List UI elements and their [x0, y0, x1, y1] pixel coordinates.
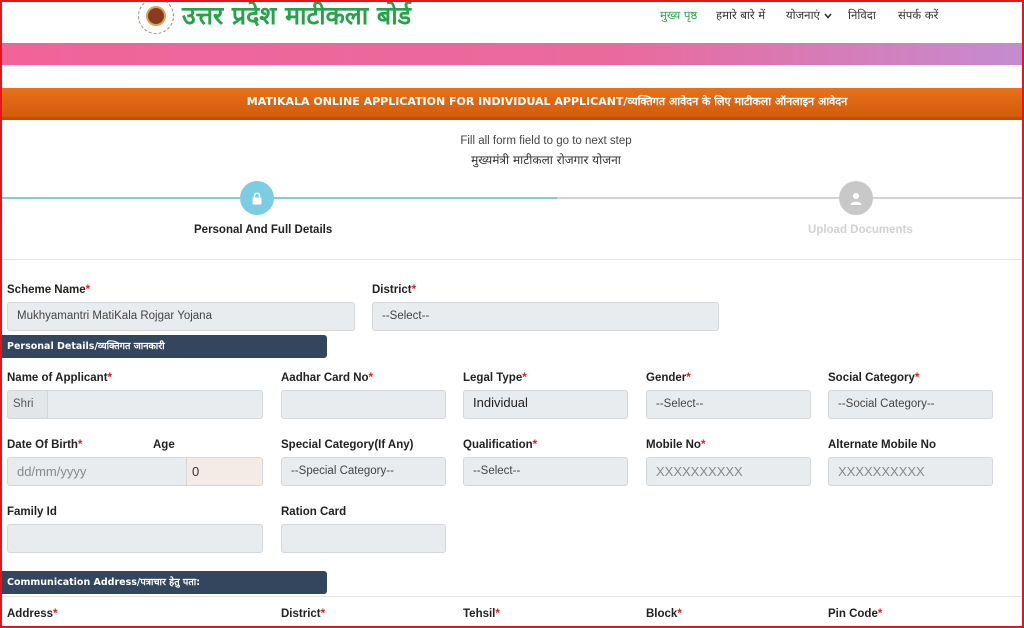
applicant-name-input[interactable]: [47, 390, 263, 419]
qualification-label: Qualification*: [463, 439, 538, 451]
step-2-label: Upload Documents: [808, 224, 913, 236]
scheme-district-select[interactable]: --Select--: [372, 302, 719, 331]
special-category-label: Special Category(If Any): [281, 439, 414, 451]
alt-mobile-label: Alternate Mobile No: [828, 439, 936, 451]
qualification-select[interactable]: --Select--: [463, 457, 628, 486]
social-category-label: Social Category*: [828, 372, 920, 384]
stepper-hint: Fill all form field to go to next step: [460, 135, 632, 147]
dob-label: Date Of Birth*: [7, 439, 83, 451]
scheme-district-label: District*: [372, 284, 417, 296]
social-category-select[interactable]: --Social Category--: [828, 390, 993, 419]
address-district-label: District*: [281, 608, 326, 620]
form-title: MATIKALA ONLINE APPLICATION FOR INDIVIDU…: [2, 88, 1022, 120]
alt-mobile-input[interactable]: XXXXXXXXXX: [828, 457, 993, 486]
ration-card-input[interactable]: [281, 524, 446, 553]
step-2-indicator[interactable]: [839, 181, 873, 215]
ration-card-label: Ration Card: [281, 506, 347, 518]
site-header: उत्तर प्रदेश माटीकला बोर्ड मुख्य पृष्ठ ह…: [2, 0, 1022, 42]
nav-about[interactable]: हमारे बारे में: [716, 8, 765, 23]
address-divider: [2, 596, 1022, 597]
tehsil-label: Tehsil*: [463, 608, 500, 620]
user-icon: [850, 192, 862, 205]
aadhar-input[interactable]: [281, 390, 446, 419]
name-prefix-select[interactable]: Shri: [7, 390, 47, 419]
site-title[interactable]: उत्तर प्रदेश माटीकला बोर्ड: [182, 0, 411, 32]
personal-details-heading: Personal Details/व्यक्तिगत जानकारी: [2, 335, 327, 358]
scheme-heading: मुख्यमंत्री माटीकला रोजगार योजना: [471, 153, 621, 167]
nav-schemes[interactable]: योजनाएं: [786, 8, 832, 23]
family-id-label: Family Id: [7, 506, 57, 518]
gender-select[interactable]: --Select--: [646, 390, 811, 419]
step-1-label: Personal And Full Details: [194, 224, 333, 236]
legal-type-label: Legal Type*: [463, 372, 527, 384]
gender-label: Gender*: [646, 372, 691, 384]
stepper-divider: [2, 259, 1022, 260]
dob-input[interactable]: dd/mm/yyyy: [7, 457, 187, 486]
applicant-name-label: Name of Applicant*: [7, 372, 113, 384]
family-id-input[interactable]: [7, 524, 263, 553]
nav-contact[interactable]: संपर्क करें: [898, 8, 938, 23]
mobile-label: Mobile No*: [646, 439, 706, 451]
banner-strip: [2, 43, 1022, 65]
progress-line-pending: [557, 197, 1022, 199]
age-label: Age: [153, 439, 175, 451]
nav-schemes-label: योजनाएं: [786, 8, 820, 22]
age-field: 0: [186, 457, 263, 486]
scheme-name-label: Scheme Name*: [7, 284, 91, 296]
address-label: Address*: [7, 608, 58, 620]
board-emblem-icon[interactable]: [138, 0, 174, 34]
block-label: Block*: [646, 608, 682, 620]
pincode-label: Pin Code*: [828, 608, 883, 620]
communication-address-heading: Communication Address/पत्राचार हेतु पता:: [2, 571, 327, 594]
progress-line-complete: [2, 197, 557, 199]
nav-tenders[interactable]: निविदा: [848, 8, 876, 23]
special-category-select[interactable]: --Special Category--: [281, 457, 446, 486]
lock-icon: [252, 192, 262, 204]
mobile-input[interactable]: XXXXXXXXXX: [646, 457, 811, 486]
legal-type-field[interactable]: Individual: [463, 390, 628, 419]
step-1-indicator[interactable]: [240, 181, 274, 215]
chevron-down-icon: [823, 12, 832, 19]
aadhar-label: Aadhar Card No*: [281, 372, 374, 384]
scheme-name-field[interactable]: Mukhyamantri MatiKala Rojgar Yojana: [7, 302, 355, 331]
nav-home[interactable]: मुख्य पृष्ठ: [660, 8, 697, 23]
